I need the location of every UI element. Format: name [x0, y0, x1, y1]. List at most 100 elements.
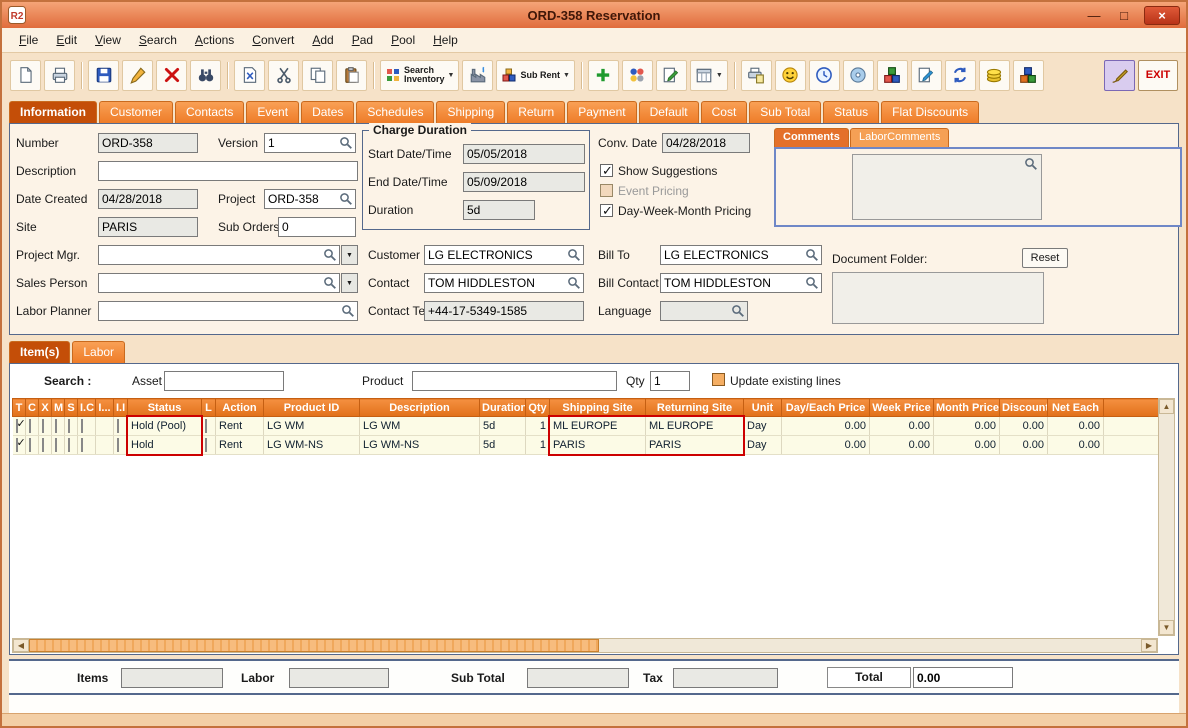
highlight-button[interactable]	[1104, 60, 1135, 91]
search-inventory-button[interactable]: SearchInventory ▼	[380, 60, 459, 91]
ic-cell[interactable]	[78, 436, 96, 455]
returning-site-cell[interactable]: ML EUROPE	[646, 417, 744, 436]
discount-cell[interactable]: 0.00	[1000, 417, 1048, 436]
row-checkbox[interactable]	[42, 419, 44, 433]
project-mgr-input[interactable]	[99, 247, 323, 263]
close-button[interactable]: ×	[1144, 6, 1180, 25]
l-cell[interactable]	[202, 436, 216, 455]
product-id-cell[interactable]: LG WM-NS	[264, 436, 360, 455]
tab-customer[interactable]: Customer	[99, 101, 173, 123]
col-header[interactable]: X	[39, 399, 52, 417]
sub-orders-input[interactable]	[278, 217, 356, 237]
tab-schedules[interactable]: Schedules	[356, 101, 434, 123]
minimize-button[interactable]: —	[1084, 8, 1104, 23]
tab-sub-total[interactable]: Sub Total	[749, 101, 821, 123]
maximize-button[interactable]: □	[1114, 8, 1134, 23]
col-header-unit[interactable]: Unit	[744, 399, 782, 417]
bill-to-input[interactable]	[661, 247, 805, 263]
tab-shipping[interactable]: Shipping	[436, 101, 505, 123]
update-existing-lines-checkbox[interactable]	[712, 373, 725, 386]
tab-event[interactable]: Event	[246, 101, 299, 123]
factory-button[interactable]	[462, 60, 493, 91]
shipping-site-cell[interactable]: ML EUROPE	[550, 417, 646, 436]
date-created-input[interactable]	[98, 189, 198, 209]
month-price-cell[interactable]: 0.00	[934, 436, 1000, 455]
print-preview-button[interactable]	[741, 60, 772, 91]
col-header-description[interactable]: Description	[360, 399, 480, 417]
col-header[interactable]: I...	[96, 399, 114, 417]
conv-date-input[interactable]	[662, 133, 750, 153]
description-input[interactable]	[98, 161, 358, 181]
row-checkbox[interactable]	[81, 419, 83, 433]
tab-return[interactable]: Return	[507, 101, 565, 123]
description-cell[interactable]: LG WM	[360, 417, 480, 436]
delete-button[interactable]	[156, 60, 187, 91]
net-each-cell[interactable]: 0.00	[1048, 436, 1104, 455]
duration-cell[interactable]: 5d	[480, 417, 526, 436]
tab-dates[interactable]: Dates	[301, 101, 354, 123]
product-id-cell[interactable]: LG WM	[264, 417, 360, 436]
m-cell[interactable]	[52, 436, 65, 455]
event-pricing-checkbox[interactable]	[600, 184, 613, 197]
scroll-up-button[interactable]: ▲	[1159, 399, 1174, 414]
vertical-scroll-track[interactable]	[1159, 414, 1174, 620]
row-checkbox[interactable]	[68, 419, 70, 433]
col-header[interactable]: L	[202, 399, 216, 417]
row-checkbox[interactable]	[81, 438, 83, 452]
lookup-icon[interactable]	[567, 248, 581, 262]
number-input[interactable]	[98, 133, 198, 153]
day-each-price-cell[interactable]: 0.00	[782, 436, 870, 455]
c-cell[interactable]	[26, 436, 39, 455]
i-cell[interactable]	[96, 417, 114, 436]
shipping-site-cell[interactable]: PARIS	[550, 436, 646, 455]
horizontal-scrollbar[interactable]: ◀ ▶	[12, 638, 1158, 653]
row-checkbox[interactable]	[55, 419, 57, 433]
tab-status[interactable]: Status	[823, 101, 879, 123]
lookup-icon[interactable]	[339, 192, 353, 206]
row-checkbox[interactable]	[205, 419, 207, 433]
lookup-icon[interactable]	[731, 304, 745, 318]
col-header[interactable]: I.I	[114, 399, 128, 417]
menu-pad[interactable]: Pad	[343, 30, 382, 50]
edit-note-button[interactable]	[656, 60, 687, 91]
tab-information[interactable]: Information	[9, 101, 97, 123]
unit-cell[interactable]: Day	[744, 436, 782, 455]
col-header-returning-site[interactable]: Returning Site	[646, 399, 744, 417]
tab-cost[interactable]: Cost	[701, 101, 748, 123]
menu-search[interactable]: Search	[130, 30, 186, 50]
menu-file[interactable]: File	[10, 30, 47, 50]
tab-comments[interactable]: Comments	[774, 128, 849, 147]
row-checkbox[interactable]	[205, 438, 207, 452]
menu-convert[interactable]: Convert	[243, 30, 303, 50]
action-cell[interactable]: Rent	[216, 417, 264, 436]
lookup-icon[interactable]	[323, 248, 337, 262]
chevron-down-icon[interactable]: ▼	[563, 72, 570, 79]
col-header-duration[interactable]: Duration	[480, 399, 526, 417]
project-mgr-dropdown-button[interactable]: ▼	[341, 245, 358, 265]
qty-cell[interactable]: 1	[526, 417, 550, 436]
horizontal-scroll-thumb[interactable]	[29, 639, 599, 652]
discount-cell[interactable]: 0.00	[1000, 436, 1048, 455]
ii-cell[interactable]	[114, 436, 128, 455]
status-cell[interactable]: Hold	[128, 436, 202, 455]
menu-edit[interactable]: Edit	[47, 30, 86, 50]
asset-search-input[interactable]	[164, 371, 284, 391]
item-row[interactable]: Hold Rent LG WM-NS LG WM-NS 5d 1 PARIS P…	[13, 436, 1159, 455]
cut-button[interactable]	[268, 60, 299, 91]
product-search-input[interactable]	[412, 371, 617, 391]
duration-cell[interactable]: 5d	[480, 436, 526, 455]
tab-items[interactable]: Item(s)	[9, 341, 70, 363]
day-each-price-cell[interactable]: 0.00	[782, 417, 870, 436]
t-cell[interactable]	[13, 436, 26, 455]
s-cell[interactable]	[65, 436, 78, 455]
tab-flat-discounts[interactable]: Flat Discounts	[881, 101, 979, 123]
language-input[interactable]	[661, 303, 731, 319]
lookup-icon[interactable]	[805, 276, 819, 290]
add-line-button[interactable]	[588, 60, 619, 91]
print-button[interactable]	[44, 60, 75, 91]
labor-total-input[interactable]	[289, 668, 389, 688]
col-header-discount[interactable]: Discount	[1000, 399, 1048, 417]
transfer-button[interactable]	[945, 60, 976, 91]
lookup-icon[interactable]	[805, 248, 819, 262]
i-cell[interactable]	[96, 436, 114, 455]
